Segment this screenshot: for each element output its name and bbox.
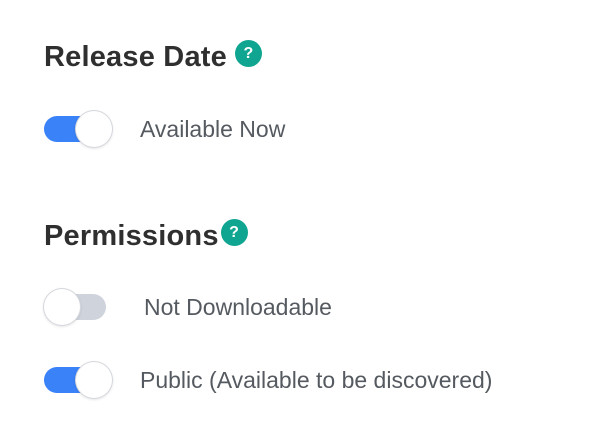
permissions-title: Permissions — [44, 220, 219, 252]
toggle-knob — [76, 111, 112, 147]
not-downloadable-toggle[interactable] — [44, 289, 112, 325]
toggle-knob — [44, 289, 80, 325]
release-date-title: Release Date — [44, 41, 227, 73]
public-toggle[interactable] — [44, 362, 112, 398]
public-label: Public (Available to be discovered) — [140, 366, 493, 393]
release-date-heading: Release Date ? — [44, 40, 262, 73]
not-downloadable-label: Not Downloadable — [144, 293, 332, 320]
not-downloadable-row: Not Downloadable — [44, 289, 332, 325]
settings-panel: Release Date ? Available Now Permissions… — [0, 0, 612, 422]
available-now-label: Available Now — [140, 115, 286, 142]
public-row: Public (Available to be discovered) — [44, 362, 492, 398]
permissions-heading: Permissions ? — [44, 219, 248, 252]
help-icon[interactable]: ? — [234, 40, 262, 67]
help-icon[interactable]: ? — [220, 219, 248, 246]
available-now-row: Available Now — [44, 111, 285, 147]
available-now-toggle[interactable] — [44, 111, 112, 147]
toggle-knob — [76, 362, 112, 398]
